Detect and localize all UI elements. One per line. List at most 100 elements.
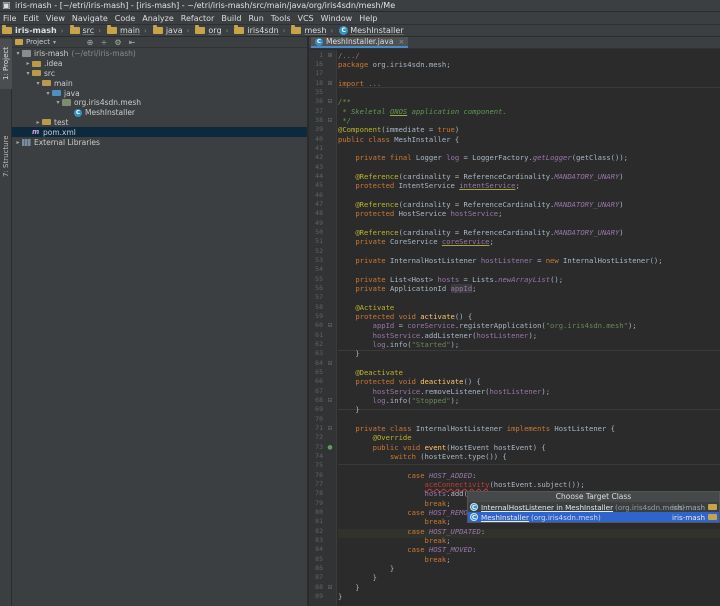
- breadcrumb-item-project[interactable]: iris-mash ›: [2, 25, 64, 35]
- line-number: 71: [315, 424, 323, 432]
- line-number: 65: [315, 368, 323, 376]
- tree-item-idea[interactable]: ▸ .idea: [12, 59, 307, 69]
- breadcrumb-label: iris4sdn: [247, 26, 279, 35]
- tree-item-pom[interactable]: m pom.xml: [12, 127, 307, 138]
- line-number: 82: [315, 527, 323, 535]
- fold-icon[interactable]: ⊟: [326, 321, 334, 330]
- tree-item-external-libraries[interactable]: ▸ External Libraries: [12, 137, 307, 147]
- tab-meshinstaller[interactable]: C MeshInstaller.java ×: [311, 37, 409, 48]
- folder-icon: [42, 119, 51, 126]
- code-line: @Override: [372, 433, 412, 442]
- menu-view[interactable]: View: [46, 14, 65, 23]
- fold-icon[interactable]: ⊟: [326, 116, 334, 125]
- menu-run[interactable]: Run: [248, 14, 263, 23]
- tree-item-java[interactable]: ▾ java: [12, 88, 307, 98]
- collapse-all-icon[interactable]: ÷: [100, 38, 108, 47]
- line-number: 75: [315, 461, 323, 469]
- line-number: 41: [315, 144, 323, 152]
- fold-icon[interactable]: ⊞: [326, 51, 334, 60]
- line-number: 61: [315, 331, 323, 339]
- menu-build[interactable]: Build: [221, 14, 241, 23]
- line-number: 73: [315, 443, 323, 451]
- tree-item-meshinstaller[interactable]: C MeshInstaller: [12, 108, 307, 118]
- code-line: @Activate: [355, 303, 395, 312]
- chevron-right-icon[interactable]: ▸: [34, 119, 42, 126]
- code-line: @Reference(cardinality = ReferenceCardin…: [355, 228, 624, 237]
- tree-item-test[interactable]: ▸ test: [12, 118, 307, 128]
- line-number: 66: [315, 377, 323, 385]
- menu-edit[interactable]: Edit: [23, 14, 39, 23]
- chevron-down-icon[interactable]: ▾: [34, 80, 42, 87]
- line-number: 81: [315, 517, 323, 525]
- breadcrumb-item-java[interactable]: java ›: [152, 25, 189, 35]
- line-number: 86: [315, 564, 323, 572]
- line-number: 83: [315, 536, 323, 544]
- project-view-selector[interactable]: Project: [26, 38, 50, 46]
- fold-icon[interactable]: ⊟: [326, 583, 334, 592]
- code-line: aceConnectivity(hostEvent.subject());: [424, 480, 585, 489]
- editor-tabs: C MeshInstaller.java ×: [309, 37, 720, 49]
- chevron-right-icon[interactable]: ▸: [14, 139, 22, 146]
- fold-icon[interactable]: ⊞: [326, 79, 334, 88]
- menu-help[interactable]: Help: [359, 14, 377, 23]
- line-number: 72: [315, 433, 323, 441]
- code-line: case HOST_ADDED:: [407, 471, 477, 480]
- chevron-down-icon[interactable]: ▾: [54, 99, 62, 106]
- window-title: iris-mash - [~/etri/iris-mash] - [iris-m…: [15, 1, 396, 10]
- folder-icon: [107, 25, 118, 34]
- menu-refactor[interactable]: Refactor: [181, 14, 215, 23]
- tree-item-main[interactable]: ▾ main: [12, 78, 307, 88]
- class-icon: C: [470, 503, 478, 511]
- breadcrumb-item-main[interactable]: main ›: [107, 25, 147, 35]
- fold-icon[interactable]: ⊟: [326, 424, 334, 433]
- menu-file[interactable]: File: [3, 14, 16, 23]
- menu-navigate[interactable]: Navigate: [72, 14, 108, 23]
- gear-icon[interactable]: ⚙: [114, 38, 122, 47]
- override-marker-icon[interactable]: ●: [326, 443, 334, 452]
- breadcrumb-item-src[interactable]: src ›: [69, 25, 101, 35]
- tree-item-package[interactable]: ▾ org.iris4sdn.mesh: [12, 98, 307, 108]
- chevron-down-icon[interactable]: ▾: [53, 39, 56, 46]
- line-number: 37: [315, 107, 323, 115]
- breadcrumb-item-mesh[interactable]: mesh ›: [291, 25, 333, 35]
- popup-option-internal-host-listener[interactable]: C InternalHostListener in MeshInstaller …: [468, 502, 719, 512]
- close-icon[interactable]: ×: [398, 38, 404, 46]
- popup-option-meshinstaller[interactable]: C MeshInstaller (org.iris4sdn.mesh) iris…: [468, 512, 719, 522]
- menu-analyze[interactable]: Analyze: [142, 14, 174, 23]
- code-line: */: [338, 116, 351, 125]
- tab-structure-tool[interactable]: 7: Structure: [0, 127, 12, 185]
- breadcrumb: iris-mash › src › main › java › org › ir…: [0, 24, 720, 37]
- line-number: 52: [315, 247, 323, 255]
- line-number: 39: [315, 125, 323, 133]
- breadcrumb-item-iris4sdn[interactable]: iris4sdn ›: [234, 25, 285, 35]
- tree-item-project-root[interactable]: ▾ iris-mash (~/etri/iris-mash): [12, 49, 307, 59]
- menu-code[interactable]: Code: [115, 14, 135, 23]
- fold-icon[interactable]: ⊟: [326, 97, 334, 106]
- breadcrumb-label: mesh: [304, 26, 327, 35]
- option-package: (org.iris4sdn.mesh): [530, 512, 601, 522]
- tree-item-src[interactable]: ▾ src: [12, 69, 307, 79]
- breadcrumb-item-org[interactable]: org ›: [195, 25, 228, 35]
- sync-icon[interactable]: ⊕: [86, 38, 94, 47]
- fold-icon[interactable]: ⊟: [326, 396, 334, 405]
- tree-item-label: MeshInstaller: [85, 108, 136, 118]
- tab-project-tool[interactable]: 1: Project: [0, 39, 12, 89]
- fold-icon[interactable]: ⊟: [326, 359, 334, 368]
- code-line: log.info("Started");: [372, 340, 460, 349]
- line-number: 50: [315, 228, 323, 236]
- code-line: private final Logger log = LoggerFactory…: [355, 153, 628, 162]
- menu-vcs[interactable]: VCS: [298, 14, 314, 23]
- folder-icon: [152, 25, 163, 34]
- module-icon: [22, 50, 31, 58]
- menu-window[interactable]: Window: [321, 14, 353, 23]
- chevron-down-icon[interactable]: ▾: [44, 90, 52, 97]
- menu-tools[interactable]: Tools: [271, 14, 291, 23]
- chevron-down-icon[interactable]: ▾: [14, 50, 22, 57]
- chevron-right-icon[interactable]: ▸: [24, 60, 32, 67]
- hide-panel-icon[interactable]: ⇤: [128, 38, 136, 47]
- breadcrumb-item-meshinstaller[interactable]: C MeshInstaller: [339, 26, 404, 35]
- chevron-down-icon[interactable]: ▾: [24, 70, 32, 77]
